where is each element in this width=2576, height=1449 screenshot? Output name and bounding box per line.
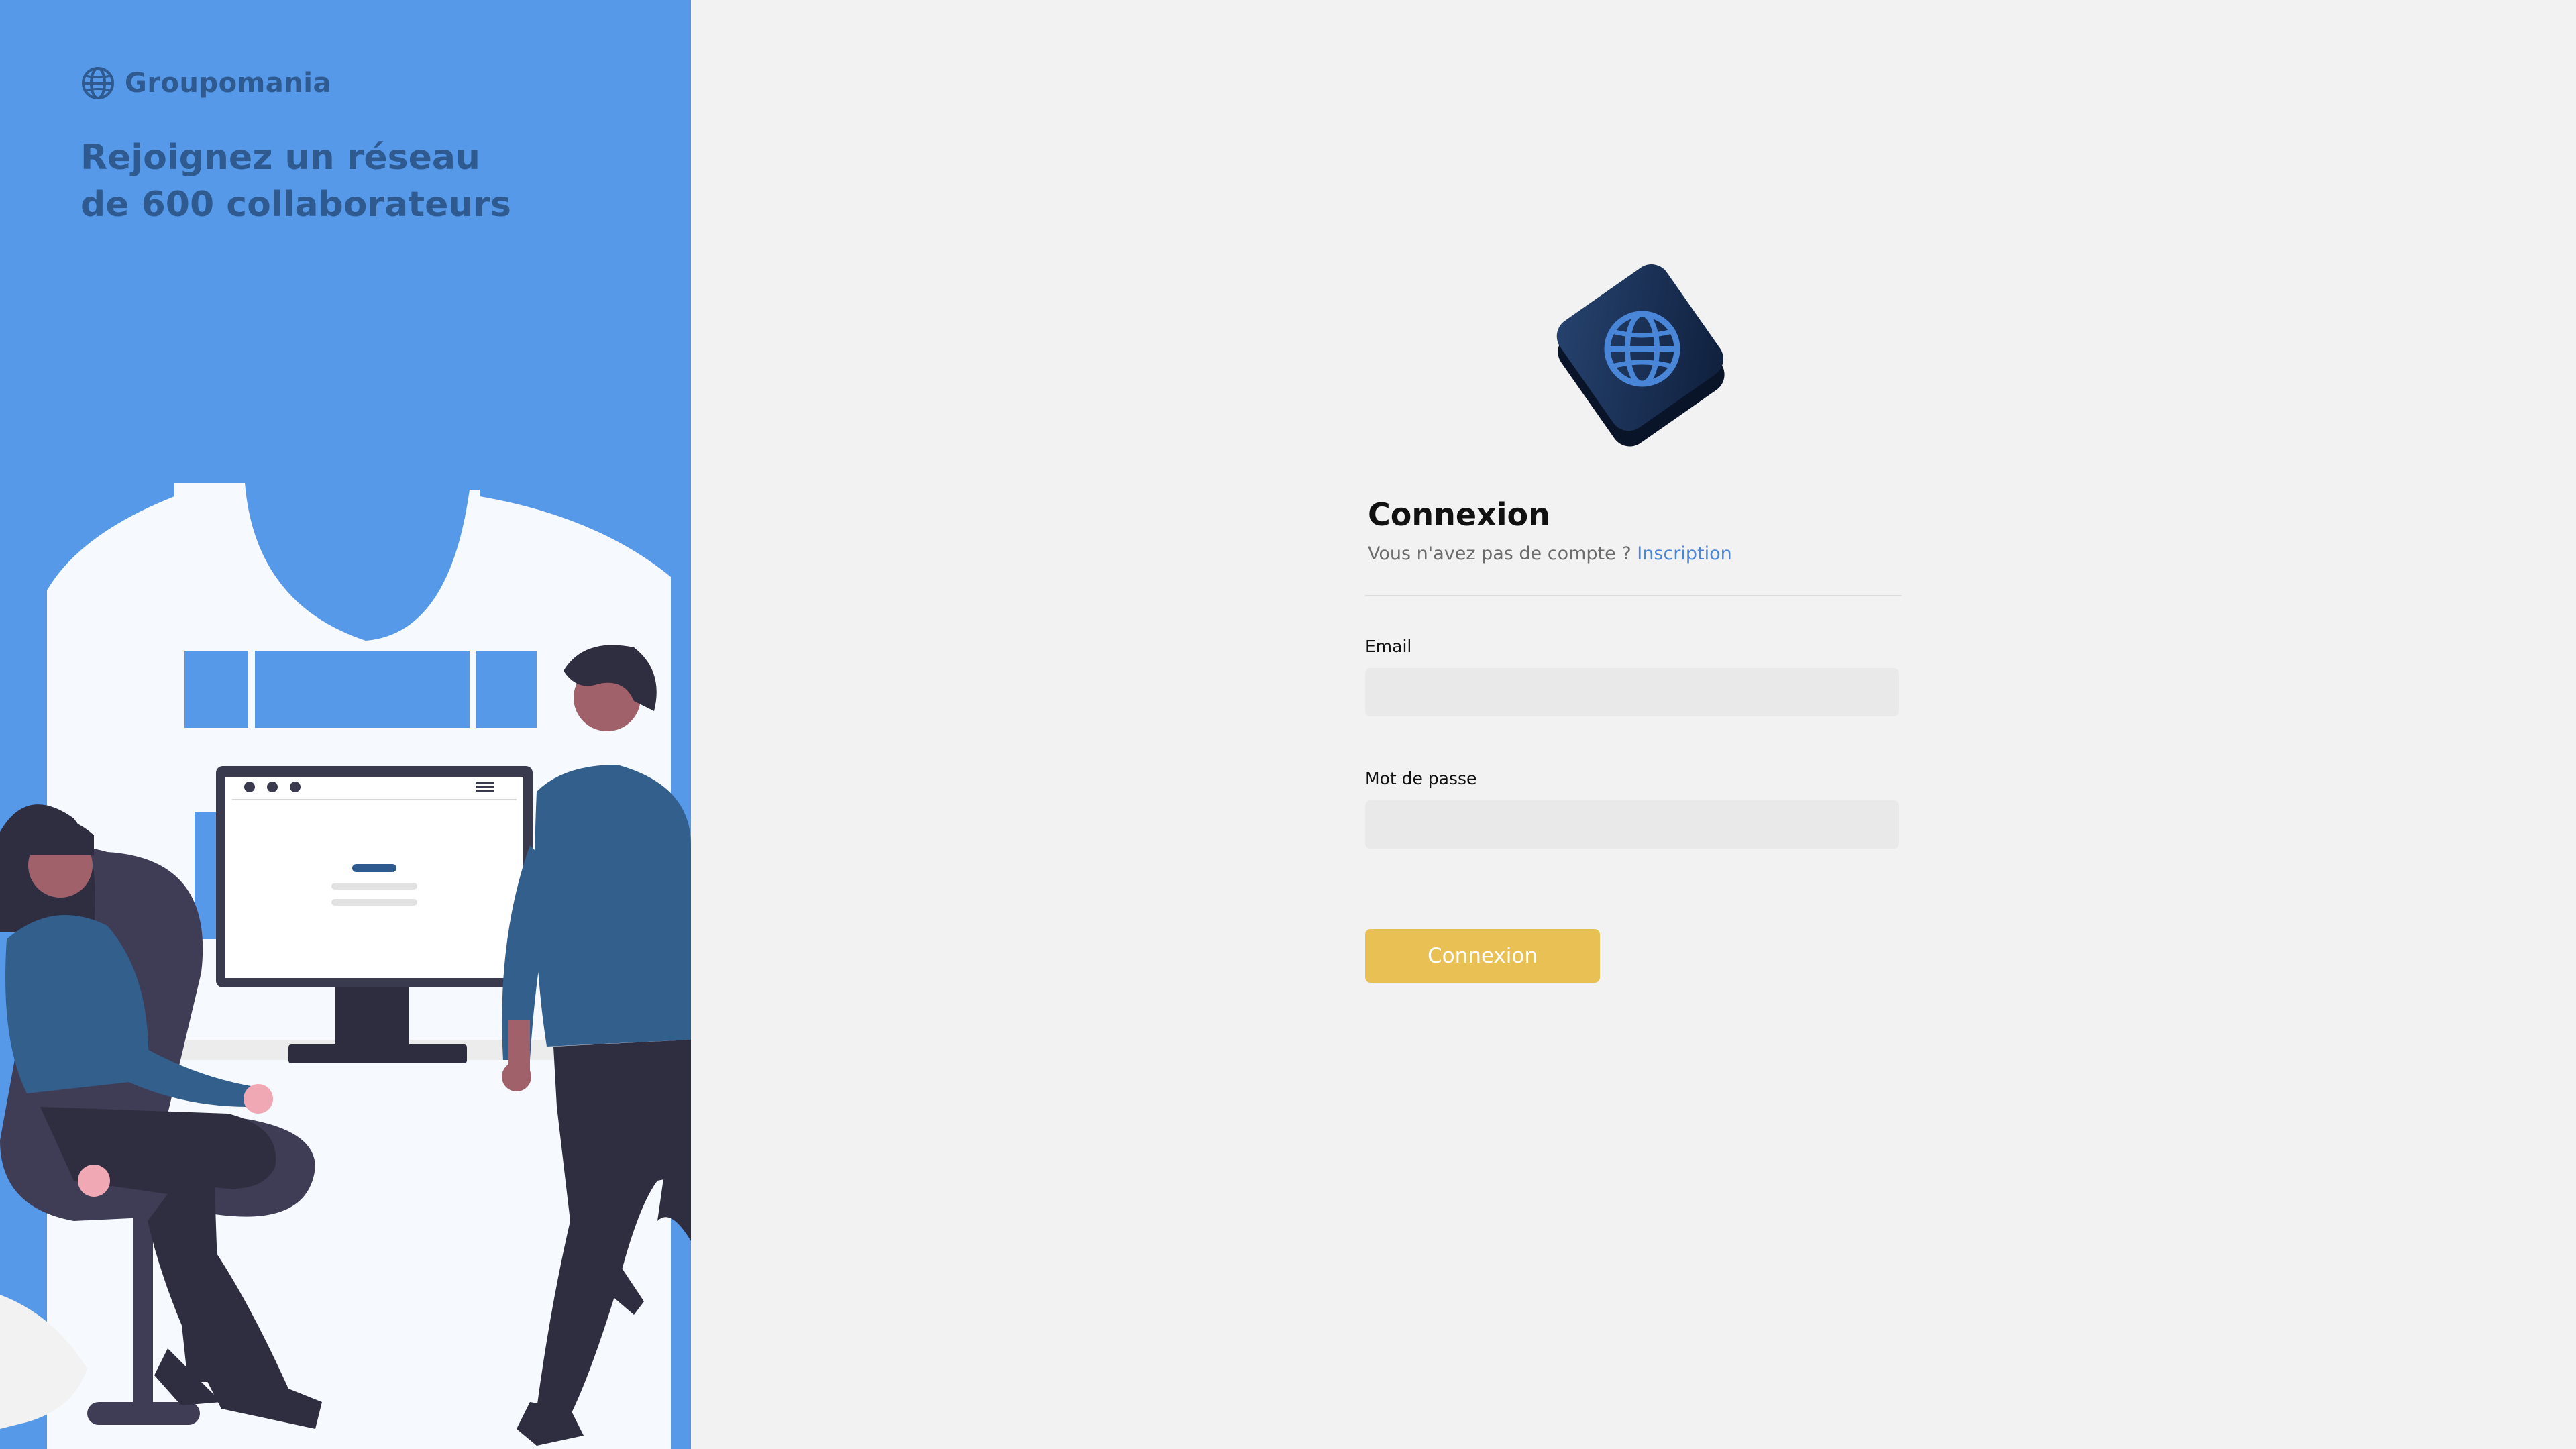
app-root: Groupomania Rejoignez un réseau de 600 c…	[0, 0, 2576, 1449]
chair-base	[87, 1402, 200, 1425]
tagline-line-1: Rejoignez un réseau	[80, 138, 480, 178]
keyboard	[288, 1044, 467, 1063]
tagline: Rejoignez un réseau de 600 collaborateur…	[80, 134, 631, 228]
chair-leg	[133, 1214, 153, 1409]
email-field[interactable]	[1365, 668, 1899, 716]
tagline-line-2: de 600 collaborateurs	[80, 184, 511, 225]
man-body	[535, 765, 691, 1046]
login-form: Connexion Vous n'avez pas de compte ? In…	[1365, 496, 1902, 983]
signup-prompt: Vous n'avez pas de compte ? Inscription	[1365, 543, 1902, 564]
globe-3d-icon	[1556, 264, 1725, 447]
monitor-screen	[225, 777, 523, 978]
signup-prompt-text: Vous n'avez pas de compte ?	[1368, 543, 1631, 564]
login-title: Connexion	[1368, 496, 1550, 533]
window-pane	[476, 651, 537, 728]
email-label: Email	[1365, 637, 1412, 656]
divider	[1365, 595, 1902, 596]
brand-name: Groupomania	[125, 68, 331, 99]
brand: Groupomania	[80, 66, 331, 101]
window-pane	[184, 651, 248, 728]
password-label: Mot de passe	[1365, 769, 1477, 788]
monitor-stand	[335, 987, 409, 1046]
globe-icon	[82, 67, 114, 99]
office-illustration	[0, 483, 691, 1449]
signup-link[interactable]: Inscription	[1637, 543, 1731, 564]
login-button[interactable]: Connexion	[1365, 929, 1600, 983]
left-panel: Groupomania Rejoignez un réseau de 600 c…	[0, 0, 691, 1449]
password-field[interactable]	[1365, 800, 1899, 849]
window-pane	[255, 651, 470, 728]
